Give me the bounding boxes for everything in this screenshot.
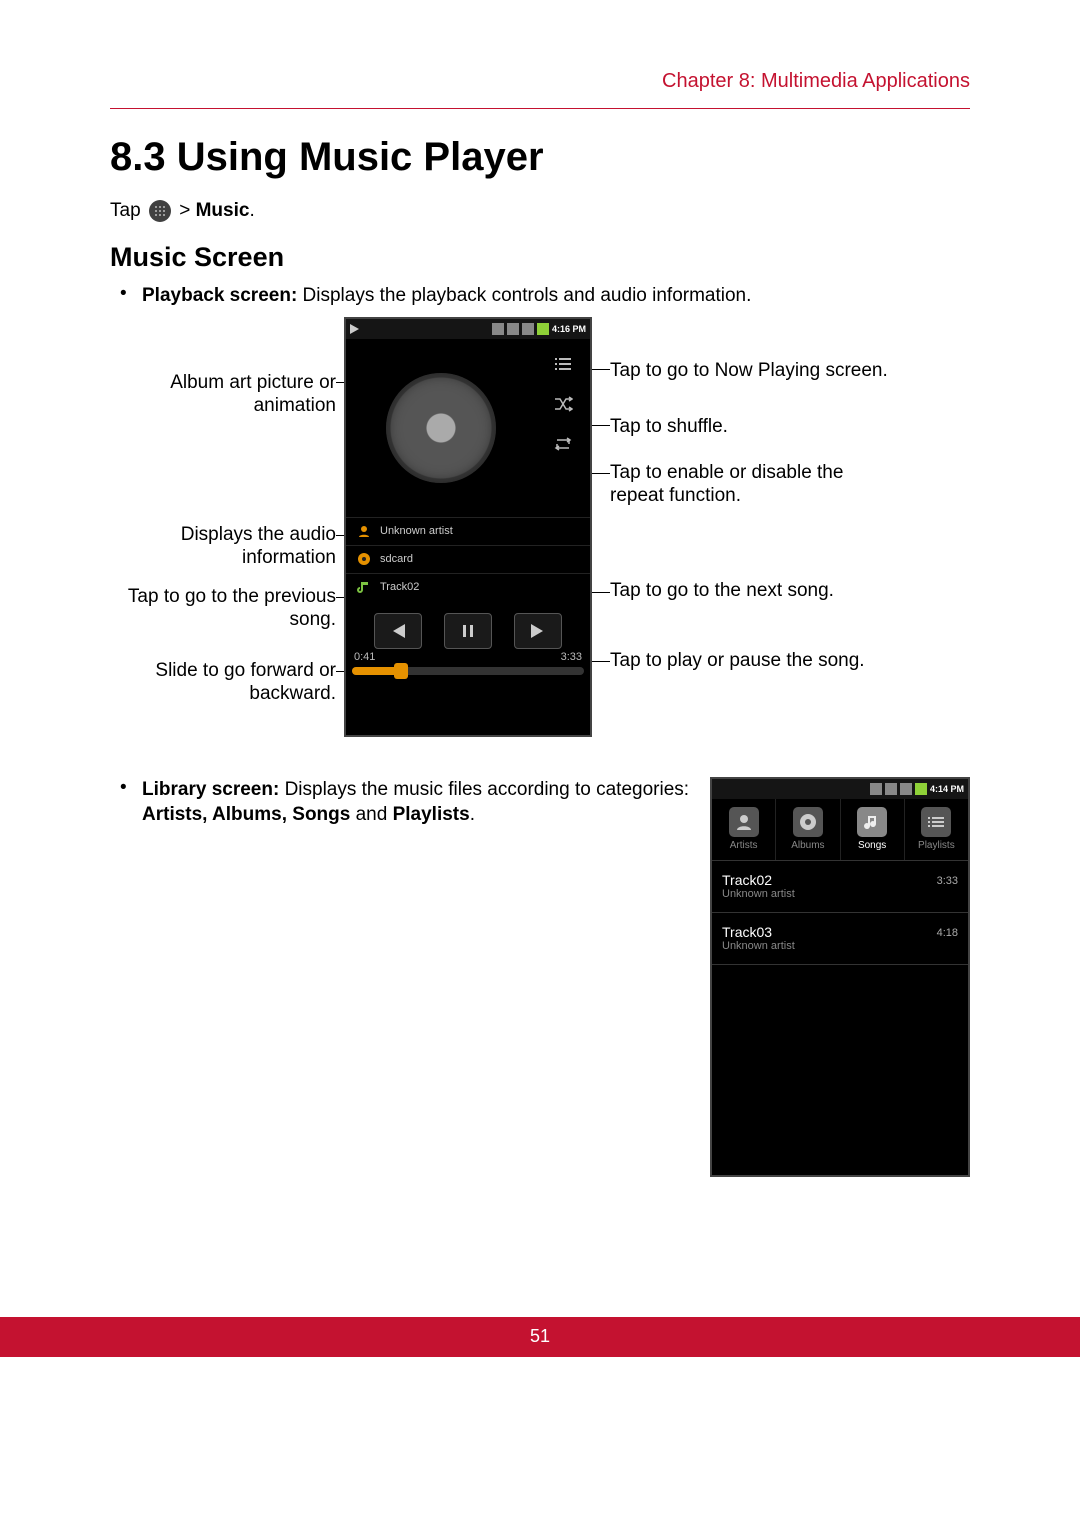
tab-songs[interactable]: Songs bbox=[841, 799, 905, 860]
playback-diagram: Album art picture or animation Displays … bbox=[110, 317, 970, 757]
artist-icon bbox=[356, 523, 372, 539]
bullet-rest: Displays the playback controls and audio… bbox=[303, 285, 752, 306]
network-icon bbox=[522, 323, 534, 335]
callout-slide: Slide to go forward or backward. bbox=[110, 659, 336, 707]
apps-icon bbox=[149, 200, 171, 222]
artists-icon bbox=[729, 807, 759, 837]
tab-label: Playlists bbox=[918, 840, 955, 851]
repeat-icon[interactable] bbox=[550, 433, 576, 455]
status-time: 4:14 PM bbox=[930, 784, 964, 794]
battery-icon bbox=[537, 323, 549, 335]
next-button[interactable] bbox=[514, 613, 562, 649]
tab-label: Songs bbox=[858, 840, 886, 851]
tab-artists[interactable]: Artists bbox=[712, 799, 776, 860]
bullet2-rest1: Displays the music files according to ca… bbox=[285, 779, 689, 800]
artist-text: Unknown artist bbox=[380, 525, 453, 537]
tab-albums[interactable]: Albums bbox=[776, 799, 840, 860]
arrow-text: > bbox=[174, 200, 196, 221]
network-icon bbox=[900, 783, 912, 795]
callout-shuffle: Tap to shuffle. bbox=[610, 415, 890, 439]
subheading-music-screen: Music Screen bbox=[110, 242, 970, 273]
battery-icon bbox=[915, 783, 927, 795]
song-duration: 4:18 bbox=[937, 927, 958, 939]
track-icon bbox=[356, 579, 372, 595]
callout-now-playing: Tap to go to Now Playing screen. bbox=[610, 359, 890, 383]
disc-icon bbox=[386, 373, 496, 483]
bullet-dot: • bbox=[110, 777, 142, 1169]
wifi-icon bbox=[507, 323, 519, 335]
signal-icon bbox=[870, 783, 882, 795]
albums-icon bbox=[793, 807, 823, 837]
progress-slider[interactable] bbox=[352, 667, 584, 675]
page-number: 51 bbox=[530, 1326, 550, 1347]
callout-audio-info: Displays the audio information bbox=[110, 523, 336, 571]
callout-next-song: Tap to go to the next song. bbox=[610, 579, 890, 603]
status-bar: 4:14 PM bbox=[712, 779, 968, 799]
song-title: Track02 bbox=[722, 872, 958, 888]
total-time: 3:33 bbox=[561, 651, 582, 663]
tab-playlists[interactable]: Playlists bbox=[905, 799, 968, 860]
progress-knob[interactable] bbox=[394, 663, 408, 679]
phone-playback-screenshot: 4:16 PM bbox=[344, 317, 592, 737]
song-duration: 3:33 bbox=[937, 875, 958, 887]
bullet2-bold2: Playlists bbox=[393, 804, 470, 825]
play-pause-button[interactable] bbox=[444, 613, 492, 649]
phone-library-screenshot: 4:14 PM Artists Albums Songs P bbox=[710, 777, 970, 1177]
page-footer: 51 bbox=[0, 1317, 1080, 1357]
songs-icon bbox=[857, 807, 887, 837]
song-artist: Unknown artist bbox=[722, 940, 958, 952]
playlists-icon bbox=[921, 807, 951, 837]
tap-text: Tap bbox=[110, 200, 146, 221]
bullet2-bold1: Artists, Albums, Songs bbox=[142, 804, 350, 825]
music-label: Music bbox=[196, 200, 250, 221]
tap-instruction: Tap > Music. bbox=[110, 200, 970, 222]
status-bar: 4:16 PM bbox=[346, 319, 590, 339]
album-text: sdcard bbox=[380, 553, 413, 565]
bullet-playback: • Playback screen: Displays the playback… bbox=[110, 283, 970, 309]
header-rule bbox=[110, 108, 970, 109]
progress-fill bbox=[352, 667, 398, 675]
status-time: 4:16 PM bbox=[552, 324, 586, 334]
track-text: Track02 bbox=[380, 581, 419, 593]
bullet2-rest2: and bbox=[350, 804, 392, 825]
period: . bbox=[249, 200, 254, 221]
callout-prev-song: Tap to go to the previous song. bbox=[110, 585, 336, 633]
tab-label: Artists bbox=[730, 840, 758, 851]
callout-repeat: Tap to enable or disable the repeat func… bbox=[610, 461, 890, 509]
tab-label: Albums bbox=[791, 840, 824, 851]
play-icon bbox=[350, 324, 359, 334]
bullet2-lead: Library screen: bbox=[142, 779, 285, 800]
song-artist: Unknown artist bbox=[722, 888, 958, 900]
elapsed-time: 0:41 bbox=[354, 651, 375, 663]
song-title: Track03 bbox=[722, 924, 958, 940]
callout-play-pause: Tap to play or pause the song. bbox=[610, 649, 890, 673]
bullet-library: Library screen: Displays the music files… bbox=[142, 777, 690, 1169]
bullet2-period: . bbox=[470, 804, 475, 825]
bullet-lead: Playback screen: bbox=[142, 285, 303, 306]
wifi-icon bbox=[885, 783, 897, 795]
signal-icon bbox=[492, 323, 504, 335]
song-row[interactable]: Track03 Unknown artist 4:18 bbox=[712, 913, 968, 965]
album-art-area bbox=[346, 339, 536, 517]
previous-button[interactable] bbox=[374, 613, 422, 649]
section-title: 8.3 Using Music Player bbox=[110, 135, 970, 180]
now-playing-icon[interactable] bbox=[550, 353, 576, 375]
song-row[interactable]: Track02 Unknown artist 3:33 bbox=[712, 861, 968, 913]
shuffle-icon[interactable] bbox=[550, 393, 576, 415]
chapter-header: Chapter 8: Multimedia Applications bbox=[662, 70, 970, 93]
callout-album-art: Album art picture or animation bbox=[110, 371, 336, 419]
audio-info-rows: Unknown artist sdcard Track02 bbox=[346, 517, 590, 601]
album-icon bbox=[356, 551, 372, 567]
bullet-dot: • bbox=[110, 283, 142, 309]
